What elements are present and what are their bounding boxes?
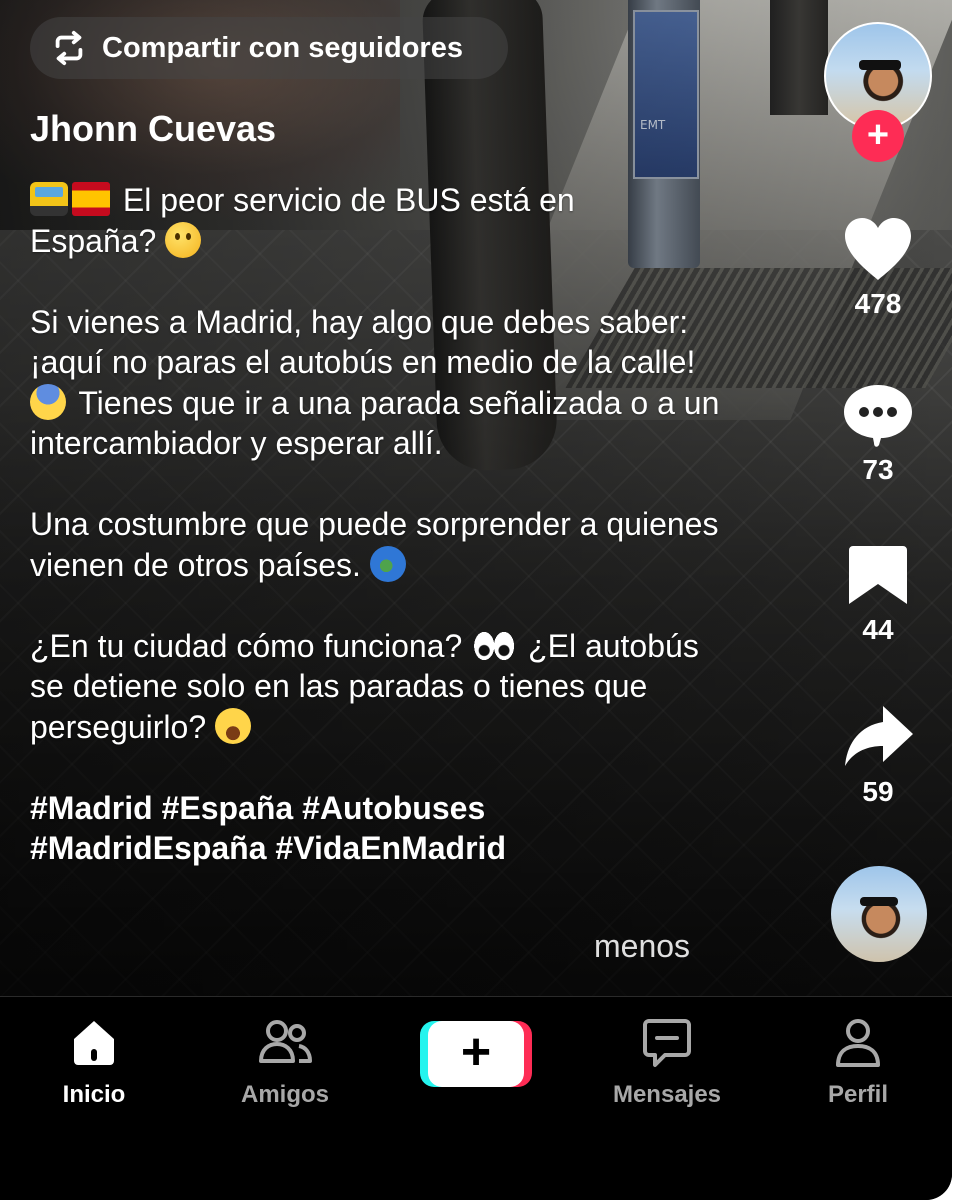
- globe-icon: [369, 545, 406, 582]
- show-less-link[interactable]: menos: [594, 928, 690, 965]
- share-arrow-icon: [845, 706, 913, 766]
- share-button[interactable]: 59: [820, 704, 936, 808]
- message-icon: [643, 1019, 691, 1067]
- caption-paragraph: Una costumbre que puede sorprender a qui…: [30, 504, 720, 585]
- bottom-navigation: Inicio Amigos + Mensajes Perfil: [0, 996, 952, 1200]
- video-caption[interactable]: El peor servicio de BUS está en España? …: [30, 180, 720, 909]
- caption-text: Si vienes a Madrid, hay algo que debes s…: [30, 303, 696, 381]
- nav-friends[interactable]: Amigos: [205, 1015, 365, 1109]
- friends-icon: [259, 1020, 312, 1063]
- app-screen: EMT Compartir con seguidores Jhonn Cueva…: [0, 0, 952, 1200]
- nav-home[interactable]: Inicio: [14, 1015, 174, 1109]
- save-count: 44: [862, 614, 894, 645]
- spain-flag-icon: [72, 182, 110, 216]
- heart-icon: [845, 218, 911, 280]
- share-label: Compartir con seguidores: [102, 31, 463, 64]
- create-video-button[interactable]: +: [420, 1021, 532, 1087]
- nav-profile[interactable]: Perfil: [778, 1015, 938, 1109]
- avatar-sunglasses: [860, 897, 898, 906]
- hashtags[interactable]: #Madrid #España #Autobuses #MadridEspaña…: [30, 788, 720, 869]
- follow-plus-button[interactable]: +: [852, 110, 904, 162]
- nav-home-label: Inicio: [62, 1081, 126, 1108]
- comment-button[interactable]: 73: [820, 382, 936, 486]
- comment-bubble-icon: [844, 385, 912, 447]
- nav-friends-label: Amigos: [240, 1081, 329, 1108]
- sound-disc-avatar[interactable]: [831, 866, 927, 962]
- home-icon: [74, 1021, 114, 1065]
- caption-paragraph: ¿En tu ciudad cómo funciona? ¿El autobús…: [30, 626, 720, 748]
- profile-icon: [836, 1019, 880, 1067]
- caption-text: El peor servicio de BUS está en: [122, 182, 575, 218]
- laughing-face-icon: [215, 707, 251, 744]
- caption-text: Tienes que ir a una parada señalizada o …: [30, 384, 720, 462]
- comment-count: 73: [862, 454, 894, 485]
- avatar-sunglasses: [859, 60, 901, 70]
- thinking-face-icon: [165, 221, 202, 258]
- like-button[interactable]: 478: [820, 216, 936, 320]
- nav-messages[interactable]: Mensajes: [587, 1015, 747, 1109]
- caption-text: España?: [30, 222, 157, 259]
- screaming-face-icon: [30, 383, 66, 420]
- bookmark-icon: [849, 546, 907, 604]
- plus-icon: +: [428, 1021, 524, 1087]
- caption-text: ¿En tu ciudad cómo funciona?: [30, 627, 463, 664]
- caption-paragraph: El peor servicio de BUS está en España?: [30, 180, 720, 261]
- nav-profile-label: Perfil: [827, 1081, 889, 1108]
- caption-paragraph: Si vienes a Madrid, hay algo que debes s…: [30, 302, 720, 464]
- repost-icon: [55, 30, 83, 66]
- save-button[interactable]: 44: [820, 542, 936, 646]
- author-name[interactable]: Jhonn Cuevas: [30, 108, 276, 150]
- bus-emoji-icon: [30, 182, 68, 216]
- share-count: 59: [862, 776, 894, 807]
- share-with-followers-button[interactable]: Compartir con seguidores: [30, 17, 508, 79]
- nav-messages-label: Mensajes: [612, 1081, 722, 1108]
- like-count: 478: [854, 288, 902, 319]
- eyes-icon: [471, 630, 516, 661]
